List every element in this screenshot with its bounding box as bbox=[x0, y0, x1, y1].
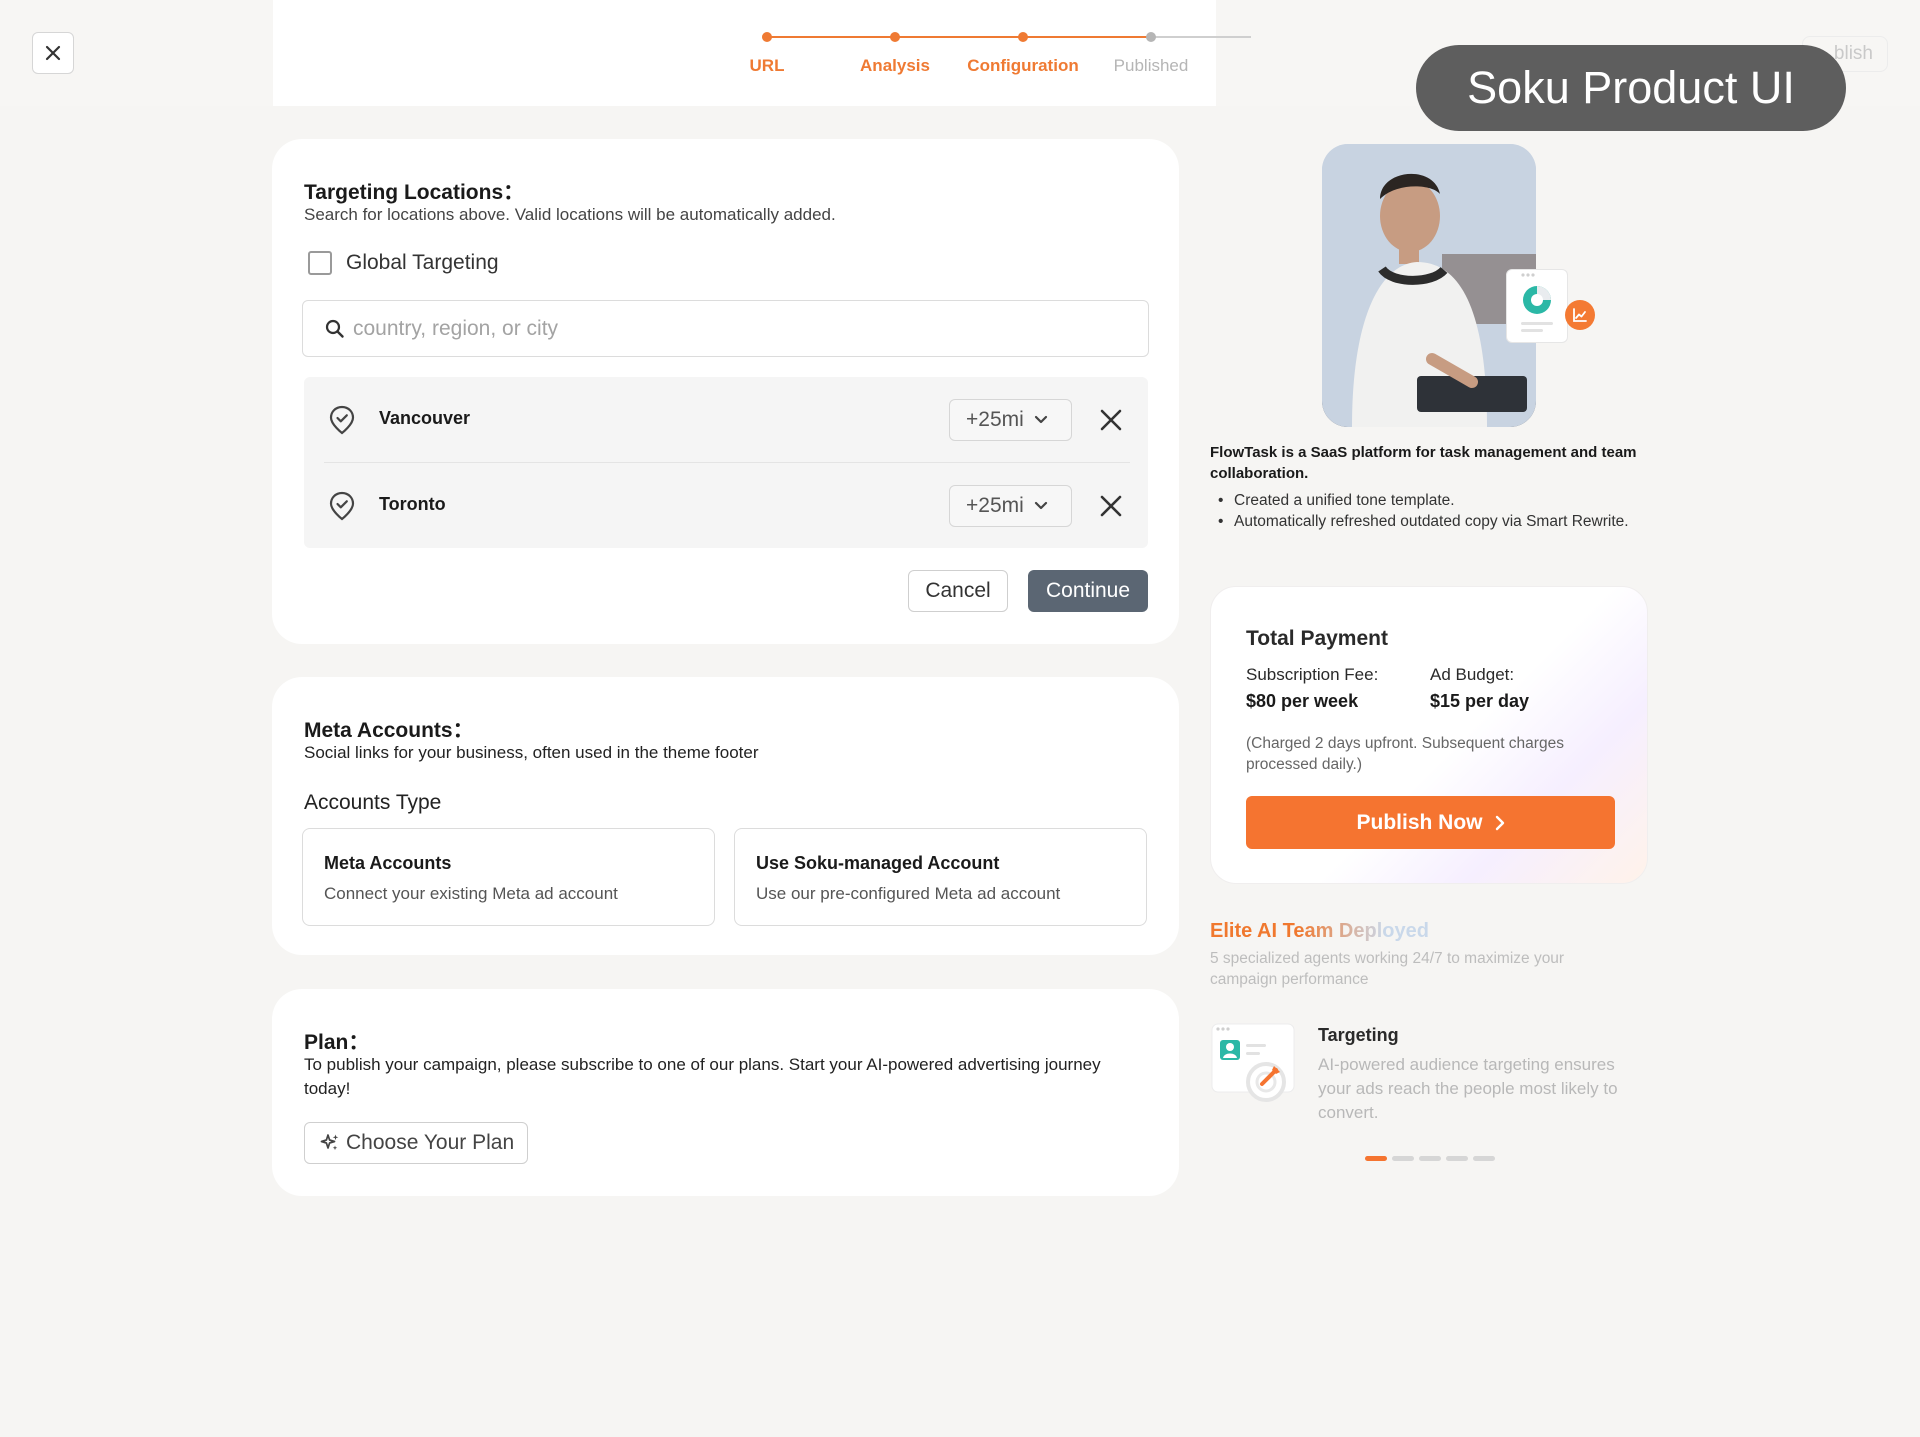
option-desc: Use our pre-configured Meta ad account bbox=[756, 884, 1061, 903]
feature-title: Targeting bbox=[1318, 1025, 1399, 1045]
step-label-configuration[interactable]: Configuration bbox=[967, 56, 1078, 76]
location-name: Toronto bbox=[379, 494, 446, 514]
feature-description: AI-powered audience targeting ensures yo… bbox=[1318, 1055, 1618, 1122]
location-row: Vancouver +25mi bbox=[304, 377, 1148, 463]
publish-now-label: Publish Now bbox=[1356, 810, 1483, 834]
step-label-url[interactable]: URL bbox=[750, 56, 785, 76]
meta-accounts-title: Meta Accounts： bbox=[304, 719, 474, 742]
remove-location-icon[interactable] bbox=[1098, 407, 1124, 433]
close-button[interactable] bbox=[32, 32, 74, 74]
stepper-line-done bbox=[767, 36, 1148, 38]
step-dot-configuration bbox=[1018, 32, 1028, 42]
subscription-value: $80 per week bbox=[1246, 691, 1359, 711]
pie-chart-icon bbox=[1521, 273, 1553, 332]
summary-bullet: Created a unified tone template. bbox=[1210, 490, 1640, 511]
remove-location-icon[interactable] bbox=[1098, 493, 1124, 519]
progress-stepper: URL Analysis Configuration Published bbox=[740, 26, 1251, 86]
global-targeting-label[interactable]: Global Targeting bbox=[346, 251, 499, 275]
subscription-fee: Subscription Fee: $80 per week bbox=[1246, 665, 1378, 712]
step-label-published: Published bbox=[1113, 56, 1189, 75]
subscription-label: Subscription Fee: bbox=[1246, 665, 1379, 684]
close-icon bbox=[45, 45, 61, 61]
watermark-label: Soku Product UI bbox=[1416, 45, 1846, 131]
location-search-input[interactable]: country, region, or city bbox=[302, 300, 1149, 357]
step-dot-analysis bbox=[890, 32, 900, 42]
stepper-line-pending bbox=[1148, 36, 1251, 38]
continue-button[interactable]: Continue bbox=[1028, 570, 1148, 612]
meta-accounts-subtitle: Social links for your business, often us… bbox=[304, 743, 759, 762]
budget-value: $15 per day bbox=[1430, 691, 1530, 711]
soku-managed-account-option[interactable]: Use Soku-managed Account Use our pre-con… bbox=[734, 828, 1147, 926]
cancel-button[interactable]: Cancel bbox=[908, 570, 1008, 612]
option-title: Meta Accounts bbox=[324, 853, 452, 873]
pie-chart-widget bbox=[1506, 269, 1568, 343]
carousel-dot[interactable] bbox=[1446, 1156, 1468, 1161]
charge-note: (Charged 2 days upfront. Subsequent char… bbox=[1246, 735, 1564, 773]
targeting-feature-icon bbox=[1210, 1022, 1296, 1108]
chevron-right-icon bbox=[1495, 815, 1504, 830]
radius-select[interactable]: +25mi bbox=[949, 399, 1072, 441]
global-targeting-checkbox[interactable] bbox=[308, 251, 332, 275]
carousel-dot[interactable] bbox=[1419, 1156, 1441, 1161]
product-summary: FlowTask is a SaaS platform for task man… bbox=[1210, 444, 1637, 482]
location-row: Toronto +25mi bbox=[304, 463, 1148, 548]
elite-team-subtitle: 5 specialized agents working 24/7 to max… bbox=[1210, 950, 1565, 988]
ad-budget: Ad Budget: $15 per day bbox=[1430, 665, 1529, 712]
plan-description: To publish your campaign, please subscri… bbox=[304, 1055, 1101, 1098]
radius-value: +25mi bbox=[966, 494, 1024, 517]
chevron-down-icon bbox=[1034, 501, 1047, 510]
radius-value: +25mi bbox=[966, 408, 1024, 431]
payment-title: Total Payment bbox=[1246, 627, 1388, 650]
summary-bullets: Created a unified tone template. Automat… bbox=[1210, 490, 1640, 532]
option-title: Use Soku-managed Account bbox=[756, 853, 1000, 873]
location-pin-icon bbox=[329, 491, 355, 521]
plan-card: Plan： To publish your campaign, please s… bbox=[272, 989, 1179, 1196]
step-label-analysis[interactable]: Analysis bbox=[860, 56, 930, 76]
carousel-dot[interactable] bbox=[1392, 1156, 1414, 1161]
hero-photo bbox=[1322, 144, 1536, 427]
search-placeholder: country, region, or city bbox=[353, 316, 559, 340]
location-pin-icon bbox=[329, 405, 355, 435]
carousel-dot[interactable] bbox=[1473, 1156, 1495, 1161]
location-name: Vancouver bbox=[379, 408, 471, 428]
elite-team-title: Elite AI Team Deployed bbox=[1210, 920, 1429, 942]
choose-plan-button[interactable]: Choose Your Plan bbox=[304, 1122, 528, 1164]
budget-label: Ad Budget: bbox=[1430, 665, 1515, 684]
carousel-dots bbox=[1365, 1156, 1495, 1162]
targeting-card: Targeting Locations： Search for location… bbox=[272, 139, 1179, 644]
publish-now-button[interactable]: Publish Now bbox=[1246, 796, 1615, 849]
chevron-down-icon bbox=[1034, 415, 1047, 424]
targeting-title: Targeting Locations： bbox=[304, 181, 525, 204]
meta-accounts-option[interactable]: Meta Accounts Connect your existing Meta… bbox=[302, 828, 715, 926]
accounts-type-label: Accounts Type bbox=[304, 791, 442, 814]
location-list: Vancouver +25mi Toronto +25mi bbox=[304, 377, 1148, 548]
trend-chart-icon bbox=[1565, 300, 1595, 330]
carousel-dot-active[interactable] bbox=[1365, 1156, 1387, 1161]
step-dot-published bbox=[1146, 32, 1156, 42]
search-icon bbox=[325, 319, 344, 338]
summary-bullet: Automatically refreshed outdated copy vi… bbox=[1210, 511, 1640, 532]
payment-card: Total Payment Subscription Fee: $80 per … bbox=[1210, 586, 1648, 884]
targeting-subtitle: Search for locations above. Valid locati… bbox=[304, 205, 836, 224]
plan-title: Plan： bbox=[304, 1031, 370, 1054]
choose-plan-label: Choose Your Plan bbox=[346, 1131, 515, 1154]
option-desc: Connect your existing Meta ad account bbox=[324, 884, 618, 903]
person-at-laptop-illustration bbox=[1322, 144, 1536, 427]
sparkle-icon bbox=[320, 1134, 339, 1151]
radius-select[interactable]: +25mi bbox=[949, 485, 1072, 527]
step-dot-url bbox=[762, 32, 772, 42]
meta-accounts-card: Meta Accounts： Social links for your bus… bbox=[272, 677, 1179, 955]
